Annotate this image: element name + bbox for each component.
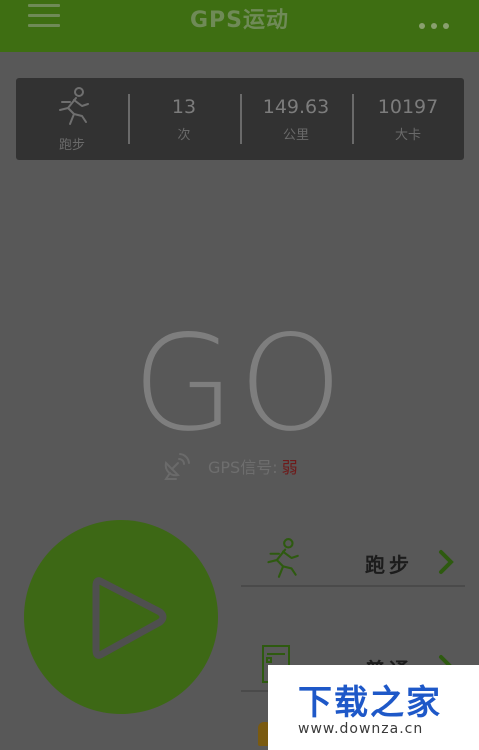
more-options-icon[interactable]	[413, 14, 449, 33]
stat-mode[interactable]: 跑步	[16, 78, 128, 160]
gps-signal-strength: 弱	[281, 458, 298, 477]
gps-signal-label: GPS信号:	[208, 458, 278, 477]
start-button[interactable]	[24, 520, 218, 714]
gps-signal-row: GPS信号: 弱	[162, 450, 298, 482]
stat-distance-unit: 公里	[282, 127, 309, 143]
app-header: GPS运动	[0, 0, 479, 52]
stat-calories: 10197 大卡	[352, 78, 464, 160]
stat-calories-value: 10197	[377, 95, 439, 118]
stat-distance: 149.63 公里	[240, 78, 352, 160]
stat-times-unit: 次	[177, 127, 191, 143]
watermark-logo: 下载之家 www.downza.cn	[268, 665, 479, 750]
runner-icon	[267, 538, 299, 578]
stat-calories-unit: 大卡	[394, 127, 421, 143]
page-title: GPS运动	[189, 8, 290, 33]
stat-times: 13 次	[128, 78, 240, 160]
play-icon	[92, 577, 167, 659]
go-label: GO	[132, 307, 347, 461]
stats-bar: 跑步 13 次 149.63 公里 10197 大卡	[16, 78, 464, 160]
mode-row-running[interactable]: 跑步	[241, 535, 465, 587]
stat-distance-value: 149.63	[262, 95, 330, 118]
stat-times-value: 13	[171, 95, 197, 118]
satellite-dish-icon	[164, 453, 190, 480]
chevron-right-icon	[439, 550, 454, 574]
watermark-url: www.downza.cn	[298, 721, 424, 737]
mode-running-label: 跑步	[365, 553, 413, 577]
stat-mode-label: 跑步	[58, 137, 85, 153]
runner-icon	[59, 86, 89, 125]
watermark-title: 下载之家	[298, 683, 442, 723]
